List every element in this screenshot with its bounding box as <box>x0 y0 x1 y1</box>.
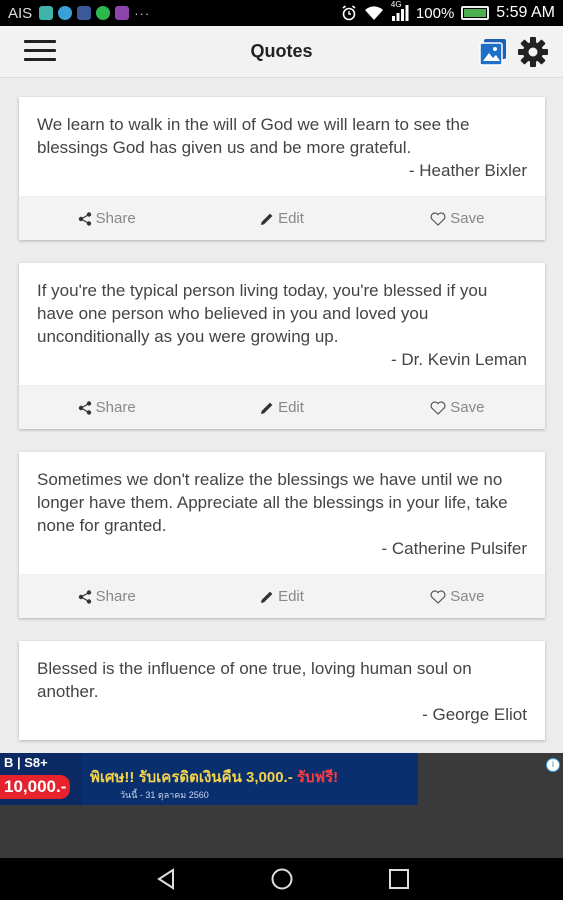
edit-button[interactable]: Edit <box>194 588 369 605</box>
back-icon[interactable] <box>154 867 178 891</box>
pencil-icon <box>261 213 273 225</box>
edit-label: Edit <box>278 210 304 227</box>
save-label: Save <box>450 210 485 227</box>
ad-price: 10,000.- <box>0 775 71 799</box>
quote-card: We learn to walk in the will of God we w… <box>19 97 545 240</box>
quote-list: We learn to walk in the will of God we w… <box>0 78 563 753</box>
home-icon[interactable] <box>270 867 294 891</box>
gallery-icon[interactable] <box>478 38 508 66</box>
quote-card: If you're the typical person living toda… <box>19 263 545 429</box>
quote-author: - Dr. Kevin Leman <box>390 350 527 369</box>
quote-body: We learn to walk in the will of God we w… <box>19 97 545 196</box>
line-icon <box>96 6 111 20</box>
ad-promo: พิเศษ!! รับเครดิตเงินคืน 3,000.- รับฟรี! <box>90 765 338 789</box>
battery-icon <box>461 6 490 20</box>
ad-subtext: วันนี้ - 31 ตุลาคม 2560 <box>120 790 209 800</box>
quote-card: Blessed is the influence of one true, lo… <box>19 641 545 740</box>
save-button[interactable]: Save <box>370 399 545 416</box>
save-label: Save <box>450 588 485 605</box>
share-label: Share <box>95 399 136 416</box>
share-button[interactable]: Share <box>19 588 194 605</box>
heart-icon <box>430 589 446 604</box>
edit-button[interactable]: Edit <box>194 210 369 227</box>
quote-card: Sometimes we don't realize the blessings… <box>19 452 545 618</box>
quote-body: Sometimes we don't realize the blessings… <box>19 452 545 574</box>
status-left: AIS ··· <box>8 5 150 22</box>
save-label: Save <box>450 399 485 416</box>
viber-icon <box>115 6 130 20</box>
facebook-icon <box>77 6 92 20</box>
ad-promo-text: พิเศษ!! รับเครดิตเงินคืน 3,000.- <box>90 769 293 786</box>
notification-app-icon <box>39 6 54 20</box>
quote-author: - Catherine Pulsifer <box>381 539 527 558</box>
recents-icon[interactable] <box>387 867 411 891</box>
share-icon <box>78 211 91 226</box>
ad-banner[interactable]: B | S8+ 10,000.- พิเศษ!! รับเครดิตเงินคื… <box>0 753 418 805</box>
status-bar: AIS ··· 4G 100% 5:59 AM <box>0 0 563 26</box>
app-bar: Quotes <box>0 26 563 78</box>
edit-button[interactable]: Edit <box>194 399 369 416</box>
heart-icon <box>430 400 446 415</box>
share-button[interactable]: Share <box>19 210 194 227</box>
pencil-icon <box>261 402 273 414</box>
quote-text: We learn to walk in the will of God we w… <box>37 115 470 157</box>
ad-product-tag: B | S8+ <box>0 753 52 773</box>
quote-body: Blessed is the influence of one true, lo… <box>19 641 545 740</box>
messenger-icon <box>58 6 73 20</box>
quote-author: - George Eliot <box>422 705 527 724</box>
carrier-label: AIS <box>8 4 33 22</box>
quote-text: If you're the typical person living toda… <box>37 281 488 346</box>
settings-gear-icon[interactable] <box>517 36 549 68</box>
ad-promo-free: รับฟรี! <box>296 769 339 786</box>
quote-actions: Share Edit Save <box>19 574 545 618</box>
cell-signal: 4G <box>391 0 409 21</box>
battery-percent: 100% <box>415 4 455 22</box>
quote-body: If you're the typical person living toda… <box>19 263 545 385</box>
ad-info-icon[interactable]: i <box>546 758 560 772</box>
wifi-icon <box>364 6 383 20</box>
quote-text: Blessed is the influence of one true, lo… <box>37 659 472 701</box>
quote-actions: Share Edit Save <box>19 385 545 429</box>
ad-area: B | S8+ 10,000.- พิเศษ!! รับเครดิตเงินคื… <box>0 753 563 858</box>
edit-label: Edit <box>278 588 304 605</box>
quote-actions: Share Edit Save <box>19 196 545 240</box>
network-type-label: 4G <box>390 0 402 9</box>
clock: 5:59 AM <box>496 4 555 21</box>
save-button[interactable]: Save <box>370 588 545 605</box>
edit-label: Edit <box>278 399 304 416</box>
status-right: 4G 100% 5:59 AM <box>341 0 555 22</box>
share-icon <box>78 400 91 415</box>
quote-text: Sometimes we don't realize the blessings… <box>37 470 508 535</box>
save-button[interactable]: Save <box>370 210 545 227</box>
pencil-icon <box>261 591 273 603</box>
heart-icon <box>430 211 446 226</box>
system-nav-bar <box>0 858 563 900</box>
quote-author: - Heather Bixler <box>408 161 527 180</box>
alarm-icon <box>342 5 356 21</box>
share-label: Share <box>95 210 136 227</box>
more-notifications-icon: ··· <box>134 5 151 21</box>
share-label: Share <box>95 588 136 605</box>
share-icon <box>78 589 91 604</box>
share-button[interactable]: Share <box>19 399 194 416</box>
